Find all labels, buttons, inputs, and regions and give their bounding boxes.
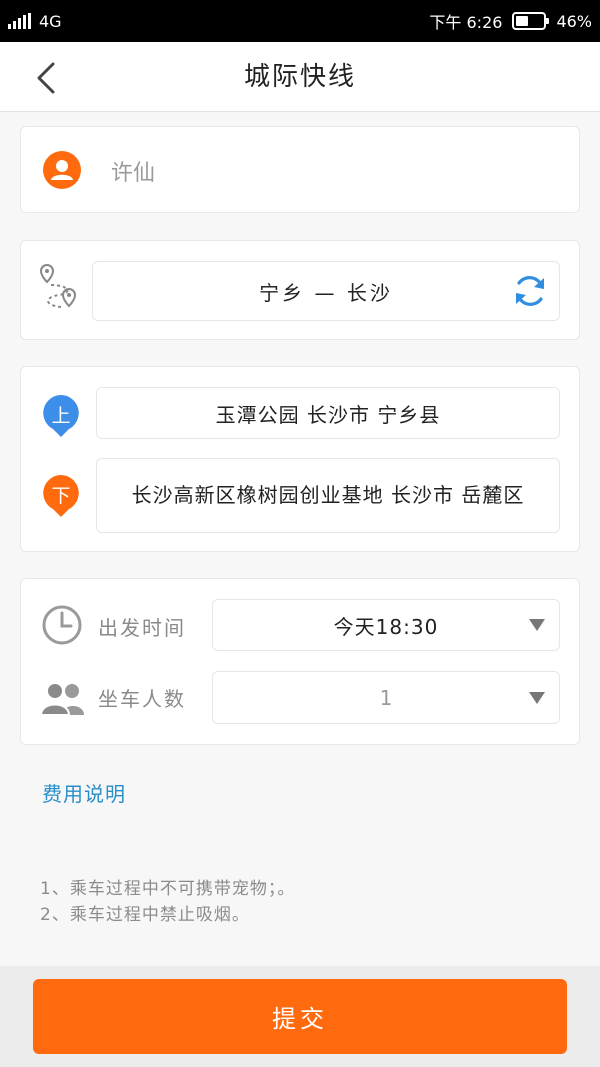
passenger-card: 许仙 [20, 126, 580, 213]
dropoff-address-field[interactable]: 长沙高新区橡树园创业基地 长沙市 岳麓区 [96, 458, 560, 533]
submit-button[interactable]: 提交 [33, 979, 567, 1054]
route-text: 宁乡 — 长沙 [259, 280, 393, 305]
dropdown-arrow-icon [529, 691, 545, 704]
pickup-address-field[interactable]: 玉潭公园 长沙市 宁乡县 [96, 387, 560, 439]
pickup-badge: 上 [42, 394, 80, 438]
pickup-badge-label: 上 [51, 405, 71, 427]
battery-percent: 46% [556, 11, 592, 31]
departure-time-value: 今天18:30 [333, 614, 439, 639]
back-button[interactable] [24, 56, 68, 100]
route-card: 宁乡 — 长沙 [20, 240, 580, 340]
clock-icon [42, 605, 82, 645]
user-icon [43, 151, 81, 189]
dropdown-arrow-icon [529, 619, 545, 631]
battery-icon [512, 12, 550, 30]
status-bar: 4G 下午 6:26 46% [0, 0, 600, 42]
rider-count-value: 1 [379, 685, 393, 710]
rider-count-select[interactable]: 1 [212, 671, 560, 724]
pickup-address: 玉潭公园 长沙市 宁乡县 [215, 402, 441, 427]
header: 城际快线 [0, 42, 600, 112]
passengers-icon [40, 682, 84, 715]
status-time: 下午 6:26 [429, 13, 503, 32]
note-item: 1、乘车过程中不可携带宠物；。 [40, 879, 296, 899]
page-title: 城际快线 [243, 62, 356, 92]
dropoff-address: 长沙高新区橡树园创业基地 长沙市 岳麓区 [131, 483, 525, 507]
fee-explanation-link[interactable]: 费用说明 [42, 778, 126, 807]
swap-refresh-icon[interactable] [511, 272, 549, 310]
note-item: 2、乘车过程中禁止吸烟。 [40, 905, 250, 925]
passenger-name[interactable]: 许仙 [111, 155, 155, 187]
chevron-left-icon [37, 62, 55, 94]
route-icon [39, 263, 77, 308]
rider-count-label: 坐车人数 [98, 687, 186, 711]
dropoff-badge-label: 下 [51, 485, 71, 507]
network-type: 4G [39, 11, 62, 31]
departure-time-select[interactable]: 今天18:30 [212, 599, 560, 651]
signal-icon [8, 13, 31, 29]
notes-list: 1、乘车过程中不可携带宠物；。 2、乘车过程中禁止吸烟。 [40, 876, 295, 928]
departure-time-label: 出发时间 [98, 616, 186, 640]
dropoff-badge: 下 [42, 474, 80, 518]
stops-card: 上 玉潭公园 长沙市 宁乡县 下 长沙高新区橡树园创业基地 长沙市 岳麓区 [20, 366, 580, 552]
trip-card: 出发时间 今天18:30 坐车人数 1 [20, 578, 580, 745]
route-selector[interactable]: 宁乡 — 长沙 [92, 261, 560, 321]
